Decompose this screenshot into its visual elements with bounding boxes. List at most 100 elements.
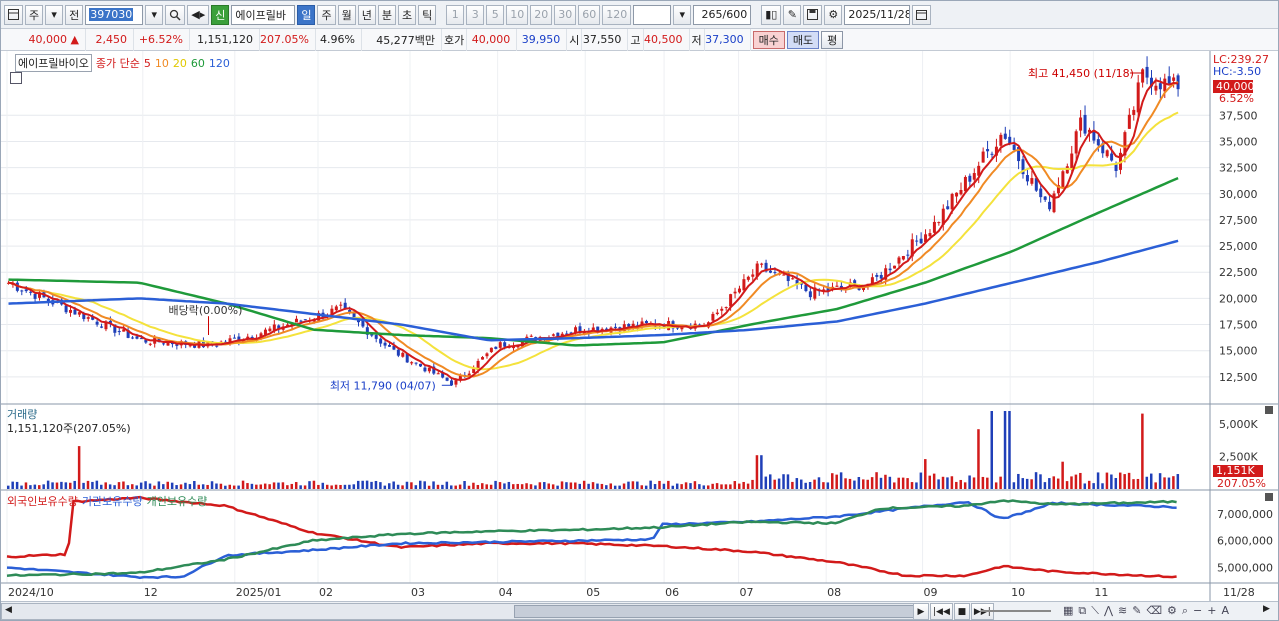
holdings-panel-close-icon[interactable] xyxy=(1265,493,1273,501)
grid-tool-icon[interactable]: ▦ xyxy=(1063,604,1073,618)
eraser-tool-icon[interactable]: ⌫ xyxy=(1146,604,1162,618)
first-icon[interactable]: |◀◀ xyxy=(930,603,953,620)
candle-icon[interactable]: ▮▯ xyxy=(761,4,782,25)
volume-bar xyxy=(1025,478,1029,489)
volume-bar xyxy=(1158,473,1162,489)
search-icon[interactable] xyxy=(165,4,186,25)
stock-name-field[interactable]: 에이프릴바 xyxy=(231,4,296,25)
interval-5[interactable]: 5 xyxy=(486,4,505,25)
interval-dropdown-icon[interactable]: ▾ xyxy=(673,4,692,25)
candle-body xyxy=(986,149,990,152)
pen-tool-icon[interactable]: ✎ xyxy=(1132,604,1141,618)
volume-bar xyxy=(224,485,227,489)
tab-day[interactable]: 일 xyxy=(297,4,316,25)
ma60-label[interactable]: 60 xyxy=(191,57,205,70)
volume-bar xyxy=(281,482,285,489)
prev-button[interactable]: 전 xyxy=(65,4,84,25)
sell-button[interactable]: 매도 xyxy=(786,30,820,49)
zoom-slider[interactable] xyxy=(981,610,1051,612)
volume-bar xyxy=(432,481,435,489)
play-icon[interactable]: ▶ xyxy=(913,603,929,620)
tab-tick[interactable]: 틱 xyxy=(418,4,437,25)
volume-bar xyxy=(117,482,121,489)
volume-panel-close-icon[interactable] xyxy=(1265,406,1273,414)
fib-tool-icon[interactable]: ≋ xyxy=(1118,604,1127,618)
gear-icon[interactable]: ⚙ xyxy=(824,4,843,25)
zoom-in-icon[interactable]: + xyxy=(1207,604,1216,618)
period-select[interactable]: 주 xyxy=(25,4,44,25)
tab-month[interactable]: 월 xyxy=(337,4,356,25)
interval-custom-input[interactable] xyxy=(633,4,672,25)
stock-code-input[interactable]: 397030 xyxy=(85,4,144,25)
flat-button[interactable]: 평 xyxy=(821,30,844,49)
foreign-holdings-label[interactable]: 외국인보유수량 xyxy=(7,493,78,509)
horizontal-scrollbar[interactable]: ◀ xyxy=(1,603,916,620)
scroll-right-icon[interactable]: ▶ xyxy=(1263,604,1270,614)
zoom-out-icon[interactable]: − xyxy=(1193,604,1202,618)
candle-body xyxy=(1083,114,1087,134)
copy-tool-icon[interactable]: ⧉ xyxy=(1078,604,1086,618)
volume-bar xyxy=(1114,478,1118,489)
volume-bar xyxy=(884,474,887,489)
volume-bar xyxy=(33,484,37,489)
candle-body xyxy=(768,270,772,273)
interval-30[interactable]: 30 xyxy=(554,4,577,25)
candle-body xyxy=(303,319,307,321)
ma-label[interactable]: 종가 단순 xyxy=(96,55,140,71)
volume-bar xyxy=(135,485,138,489)
volume-bar xyxy=(325,484,329,489)
scroll-thumb[interactable] xyxy=(514,605,914,618)
volume-bar xyxy=(596,483,599,489)
interval-1[interactable]: 1 xyxy=(446,4,465,25)
candle-body xyxy=(760,263,764,265)
buy-button[interactable]: 매수 xyxy=(752,30,785,49)
stop-icon[interactable]: ■ xyxy=(953,603,970,620)
volume-bar xyxy=(653,484,657,489)
tab-minute[interactable]: 분 xyxy=(377,4,396,25)
candle-body xyxy=(990,153,994,155)
interval-120[interactable]: 120 xyxy=(602,4,632,25)
settings-tool-icon[interactable]: ⚙ xyxy=(1167,604,1177,618)
ma120-label[interactable]: 120 xyxy=(209,57,230,70)
ma10-label[interactable]: 10 xyxy=(155,57,169,70)
volume-bar xyxy=(379,482,382,489)
volume-bar xyxy=(498,482,502,489)
line-tool-icon[interactable]: ⟍ xyxy=(1091,604,1099,618)
chart-area[interactable]: 37,500 35,000 32,500 30,000 27,500 25,000 22,5… xyxy=(1,51,1279,601)
chevron-down-icon[interactable]: ▾ xyxy=(45,4,64,25)
institution-holdings-label[interactable]: 기관보유수량 xyxy=(82,493,143,509)
interval-60[interactable]: 60 xyxy=(578,4,601,25)
save-icon[interactable] xyxy=(803,4,823,25)
date-input[interactable]: 2025/11/28 xyxy=(844,4,911,25)
interval-3[interactable]: 3 xyxy=(466,4,485,25)
x-tick-label: 12 xyxy=(144,586,158,599)
draw-icon[interactable]: ✎ xyxy=(783,4,802,25)
table-icon[interactable] xyxy=(10,72,22,84)
tab-year[interactable]: 년 xyxy=(357,4,376,25)
trend-tool-icon[interactable]: ⋀ xyxy=(1104,604,1113,618)
tab-second[interactable]: 초 xyxy=(397,4,417,25)
candle-body xyxy=(1105,150,1109,157)
ma5-label[interactable]: 5 xyxy=(144,57,151,70)
ma20-label[interactable]: 20 xyxy=(173,57,187,70)
font-size-icon[interactable]: A xyxy=(1221,604,1229,618)
individual-holdings-label[interactable]: 개인보유수량 xyxy=(147,493,208,509)
zoom-tool-icon[interactable]: ⌕ xyxy=(1182,604,1188,618)
scroll-left-icon[interactable]: ◀ xyxy=(5,605,12,615)
tab-week[interactable]: 주 xyxy=(317,4,336,25)
candle-body xyxy=(383,342,387,346)
interval-20[interactable]: 20 xyxy=(530,4,553,25)
volume-bar xyxy=(383,485,387,489)
volume-bar xyxy=(1061,461,1064,489)
volume-bar xyxy=(401,485,404,489)
count-input[interactable]: 265/600 xyxy=(693,4,752,25)
interval-10[interactable]: 10 xyxy=(506,4,529,25)
code-dropdown-icon[interactable]: ▾ xyxy=(145,4,164,25)
speaker-icon[interactable]: ◀▸ xyxy=(187,4,210,25)
calendar-icon[interactable] xyxy=(912,4,932,25)
panel-stock-name[interactable]: 에이프릴바이오 xyxy=(15,54,92,72)
volume-bar xyxy=(658,480,661,489)
volume-bar xyxy=(910,482,914,489)
layout-icon[interactable] xyxy=(4,4,23,25)
candle-body xyxy=(1048,201,1052,210)
